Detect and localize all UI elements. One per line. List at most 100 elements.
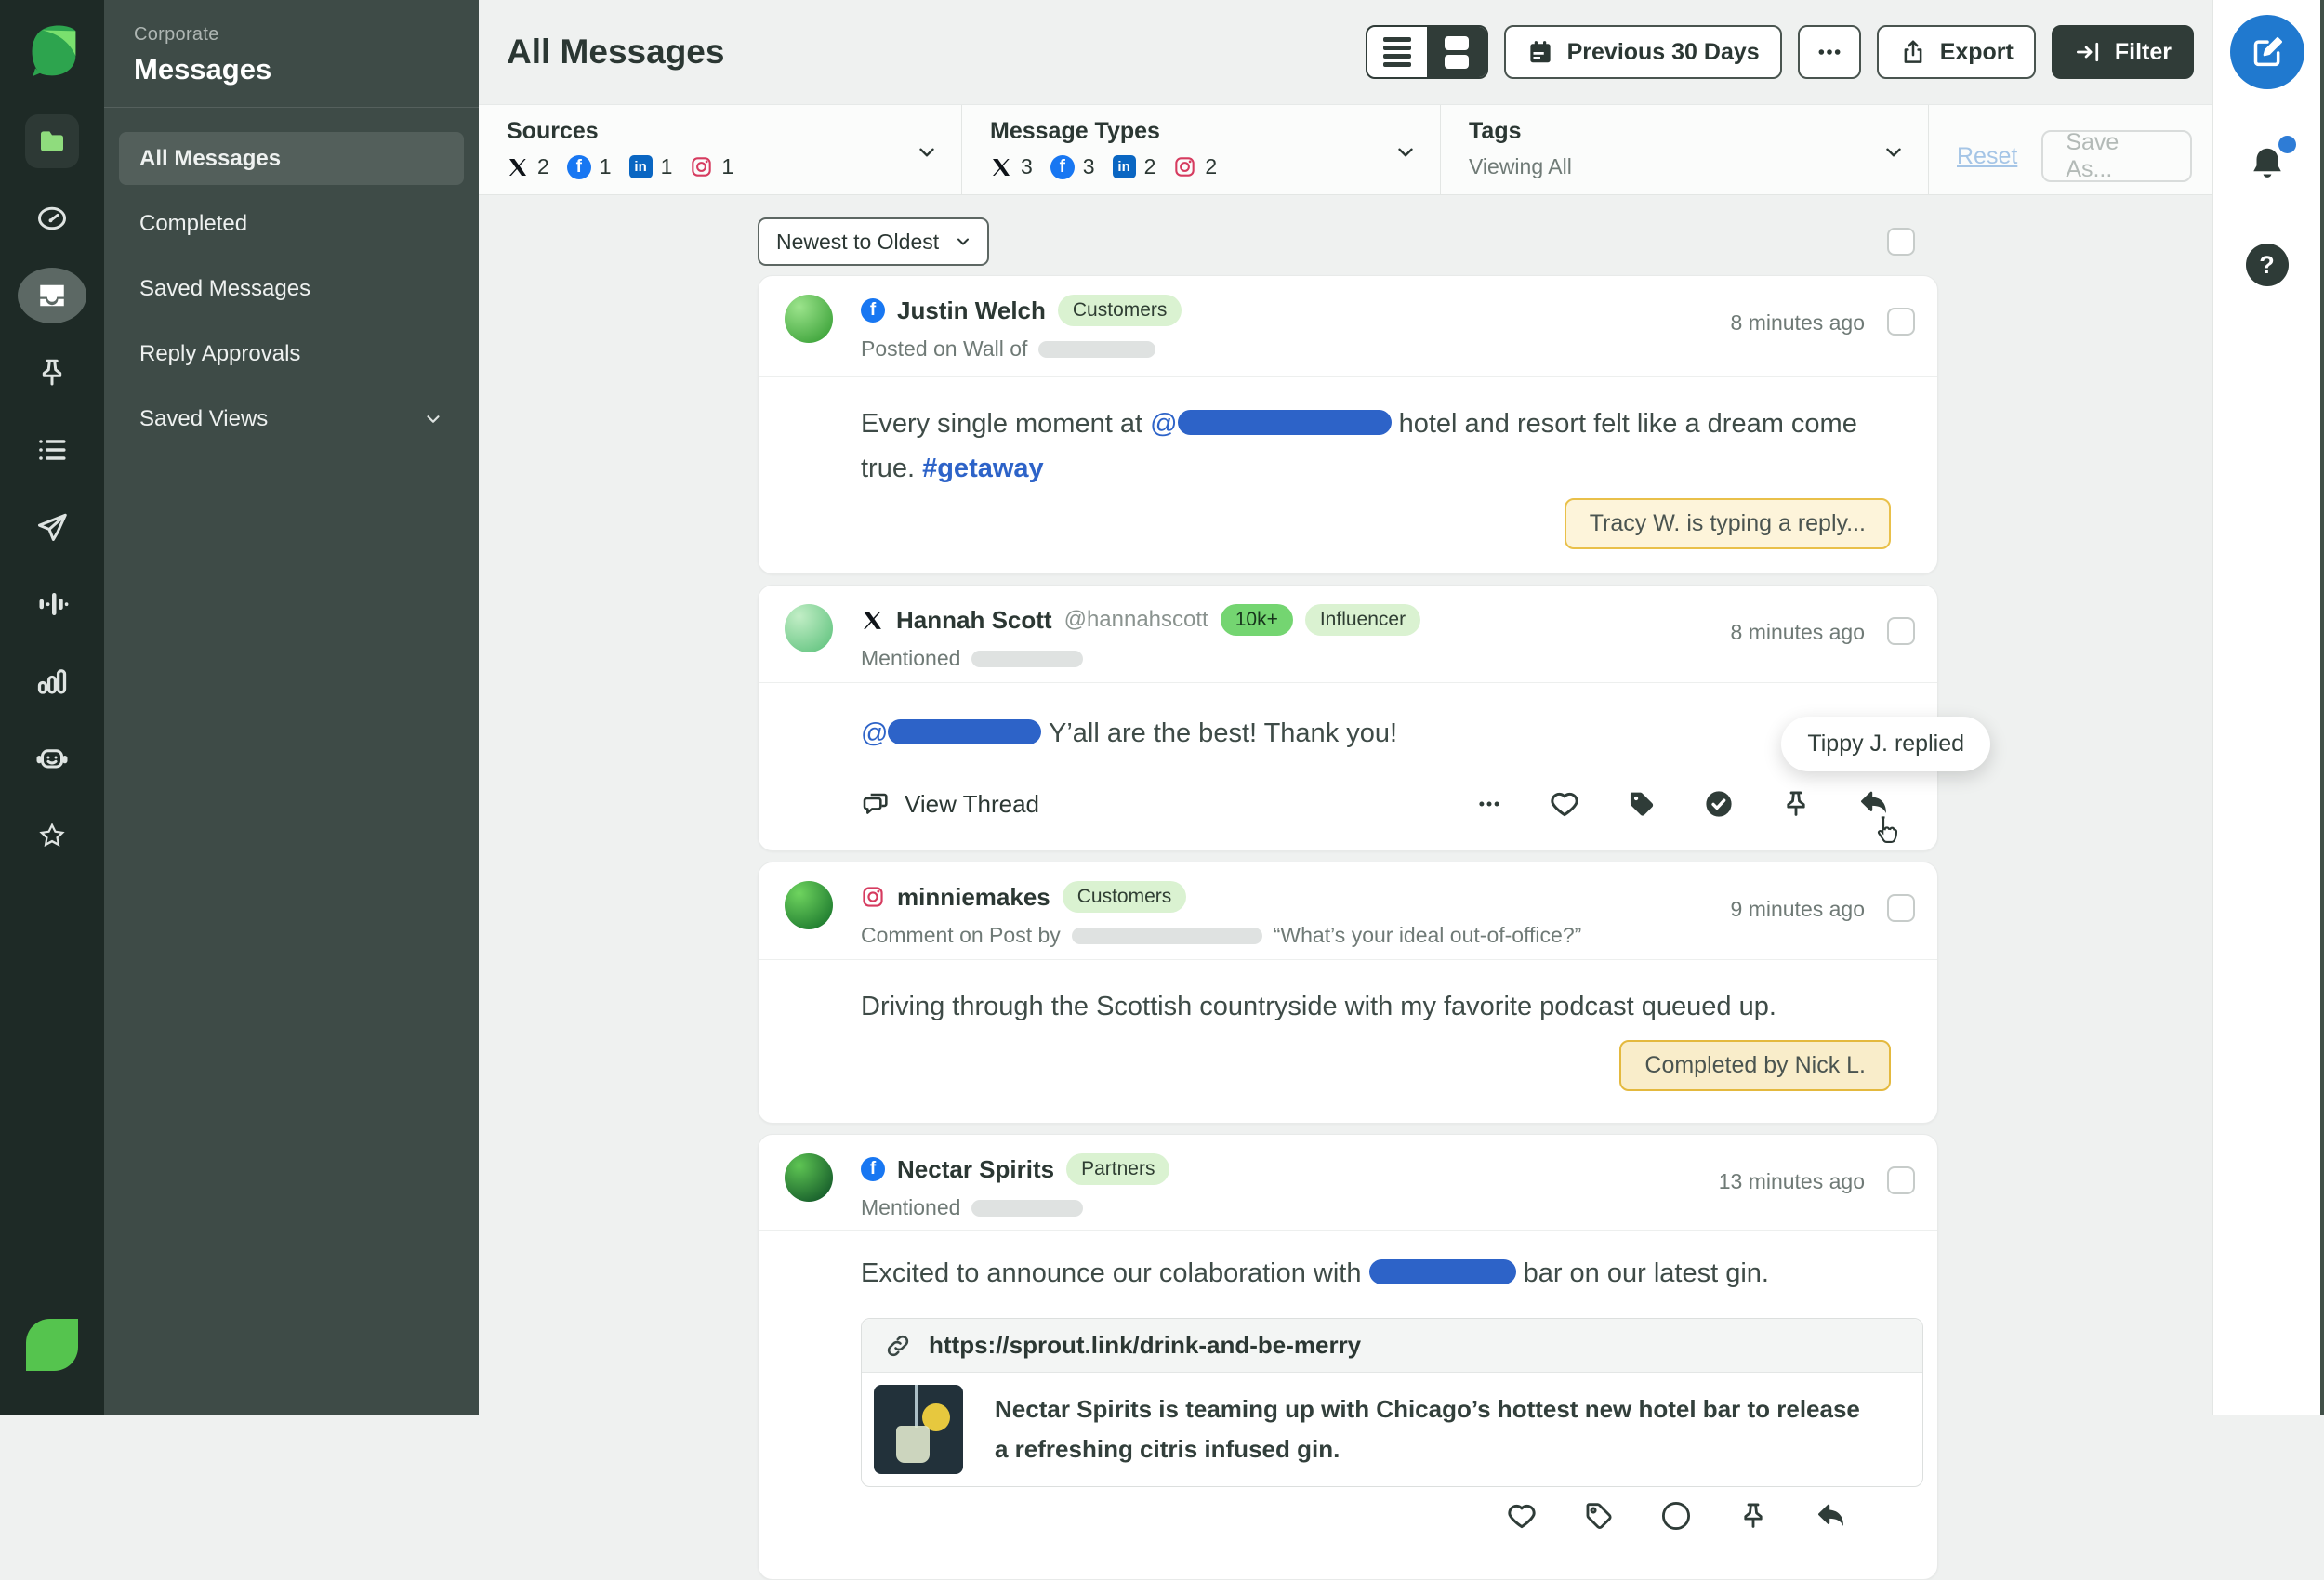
complete-check-icon[interactable]: [1703, 788, 1735, 820]
avatar: [785, 881, 833, 929]
message-card[interactable]: Hannah Scott @hannahscott 10k+ Influence…: [758, 585, 1990, 851]
sort-row: Newest to Oldest: [758, 217, 1938, 266]
filter-button[interactable]: Filter: [2051, 25, 2194, 79]
facebook-icon: f: [861, 1157, 885, 1181]
reset-filters-link[interactable]: Reset: [1957, 143, 2017, 170]
rail-bot-button[interactable]: [0, 719, 104, 797]
message-header: f Nectar Spirits Partners Mentioned 13 m…: [759, 1135, 1937, 1230]
message-checkbox[interactable]: [1887, 617, 1915, 645]
redacted-text-bar: [971, 650, 1084, 667]
mouse-cursor: [1868, 813, 1902, 850]
filter-bar: Sources 2 f 1 in 1 1 Message Types 3 f 3…: [479, 104, 2212, 195]
export-button[interactable]: Export: [1876, 25, 2036, 79]
rail-dashboard-button[interactable]: [0, 179, 104, 257]
instagram-icon: [692, 157, 712, 177]
like-heart-icon[interactable]: [1506, 1500, 1538, 1532]
author-name[interactable]: minniemakes: [897, 883, 1050, 912]
message-card[interactable]: f Nectar Spirits Partners Mentioned 13 m…: [758, 1134, 1938, 1580]
save-as-button[interactable]: Save As...: [2041, 129, 2192, 182]
notifications-button[interactable]: [2246, 136, 2296, 186]
timestamp: 8 minutes ago: [1730, 620, 1865, 644]
message-header: f Justin Welch Customers Posted on Wall …: [759, 276, 1937, 376]
follower-badge: 10k+: [1220, 604, 1293, 636]
completed-status-badge: Completed by Nick L.: [1619, 1040, 1891, 1091]
message-context: Mentioned: [861, 1195, 961, 1219]
hashtag-link[interactable]: #getaway: [922, 454, 1044, 483]
tag-badge: Customers: [1057, 295, 1182, 326]
sidebar-header: Corporate Messages: [104, 0, 479, 108]
chevron-down-icon: [427, 415, 440, 423]
compose-button[interactable]: [2229, 15, 2304, 89]
reply-icon[interactable]: [1815, 1500, 1848, 1534]
messages-sidebar: Corporate Messages All Messages Complete…: [104, 0, 479, 1415]
sources-filter[interactable]: Sources 2 f 1 in 1 1: [479, 105, 962, 194]
x-network-icon: [864, 611, 881, 629]
star-icon: [35, 819, 69, 852]
sidebar-item-saved-messages[interactable]: Saved Messages: [119, 262, 464, 315]
message-actions: View Thread Tippy J. replied: [861, 717, 1990, 843]
message-card[interactable]: f Justin Welch Customers Posted on Wall …: [758, 275, 1938, 574]
instagram-icon: [863, 887, 883, 907]
message-checkbox[interactable]: [1887, 308, 1915, 336]
date-range-button[interactable]: Previous 30 Days: [1503, 25, 1782, 79]
tag-badge: Partners: [1066, 1153, 1170, 1185]
more-options-button[interactable]: [1797, 25, 1861, 79]
rail-reports-button[interactable]: [0, 642, 104, 719]
sidebar-item-reply-approvals[interactable]: Reply Approvals: [119, 327, 464, 380]
sidebar-title: Messages: [134, 53, 272, 86]
facebook-icon: f: [566, 154, 591, 179]
sidebar-item-saved-views[interactable]: Saved Views: [119, 392, 464, 445]
rail-lists-button[interactable]: [0, 411, 104, 488]
sprout-logo-icon[interactable]: [22, 19, 82, 78]
thread-bubbles-icon: [863, 793, 888, 814]
link-preview[interactable]: https://sprout.link/drink-and-be-merry N…: [861, 1318, 1923, 1487]
pin-icon: [35, 356, 69, 389]
redacted-mention-bar: [1177, 410, 1392, 435]
sort-order-select[interactable]: Newest to Oldest: [758, 217, 990, 266]
message-checkbox[interactable]: [1887, 1166, 1915, 1194]
workspace-leaf-icon: [26, 1318, 78, 1371]
author-name[interactable]: Justin Welch: [897, 296, 1046, 325]
select-all-checkbox[interactable]: [1887, 228, 1915, 256]
list-view-button[interactable]: [1367, 27, 1427, 77]
rail-reviews-button[interactable]: [0, 797, 104, 874]
more-actions-icon[interactable]: [1475, 790, 1503, 818]
rail-publishing-button[interactable]: [0, 488, 104, 565]
export-icon: [1904, 40, 1922, 63]
rail-listening-button[interactable]: [0, 565, 104, 642]
tag-icon[interactable]: [1583, 1500, 1615, 1532]
pin-icon[interactable]: [1737, 1500, 1769, 1532]
author-name[interactable]: Nectar Spirits: [897, 1155, 1054, 1184]
sidebar-item-all-messages[interactable]: All Messages: [119, 132, 464, 185]
rail-workspace-button[interactable]: [0, 1306, 104, 1383]
tag-badge: Customers: [1062, 881, 1187, 913]
like-heart-icon[interactable]: [1549, 788, 1580, 820]
tags-filter[interactable]: Tags Viewing All: [1441, 105, 1929, 194]
utility-rail: ?: [2212, 0, 2320, 1415]
waveform-icon: [35, 587, 69, 621]
message-card[interactable]: minniemakes Customers Comment on Post by…: [758, 862, 1938, 1124]
author-name[interactable]: Hannah Scott: [896, 606, 1052, 635]
complete-check-icon[interactable]: [1660, 1500, 1692, 1532]
rail-folder-button[interactable]: [0, 102, 104, 179]
help-button[interactable]: ?: [2245, 244, 2289, 286]
bar-chart-icon: [35, 665, 69, 698]
x-network-icon: [993, 158, 1010, 176]
message-types-filter[interactable]: Message Types 3 f 3 in 2 2: [962, 105, 1441, 194]
link-url[interactable]: https://sprout.link/drink-and-be-merry: [929, 1331, 1361, 1360]
instagram-icon: [1175, 157, 1195, 177]
app-rail: [0, 0, 104, 1415]
card-view-button[interactable]: [1426, 27, 1486, 77]
sidebar-item-completed[interactable]: Completed: [119, 197, 464, 250]
filter-panel-icon: [2076, 42, 2098, 62]
rail-pinned-button[interactable]: [0, 334, 104, 411]
rail-inbox-button[interactable]: [0, 257, 104, 334]
mention-symbol: @: [1150, 409, 1178, 439]
tags-filter-value: Viewing All: [1469, 154, 1572, 178]
view-thread-button[interactable]: View Thread: [861, 789, 1039, 819]
message-text: Every single moment at @ hotel and resor…: [861, 409, 1857, 483]
pin-icon[interactable]: [1780, 788, 1812, 820]
link-thumbnail-image: [874, 1385, 963, 1474]
message-checkbox[interactable]: [1887, 894, 1915, 922]
tag-icon[interactable]: [1626, 788, 1657, 820]
